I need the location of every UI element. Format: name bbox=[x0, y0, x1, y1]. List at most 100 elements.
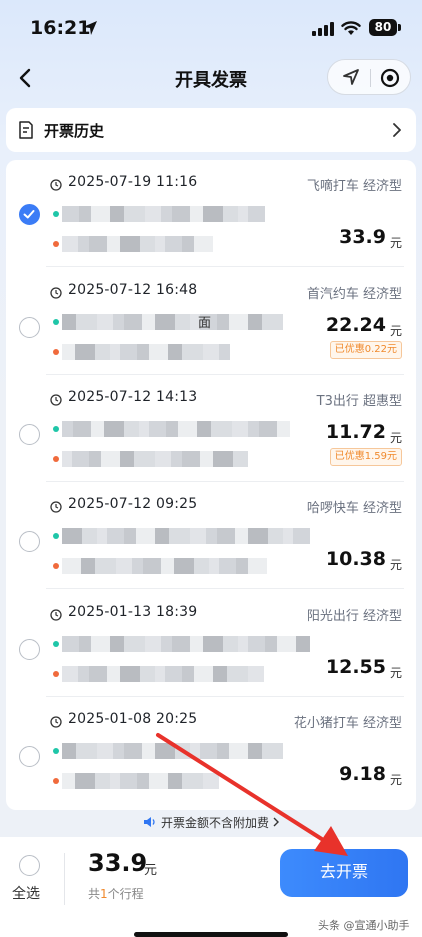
redacted-block bbox=[124, 421, 139, 437]
location-arrow-icon bbox=[83, 21, 97, 35]
redacted-block bbox=[248, 558, 267, 574]
end-point-dot bbox=[53, 241, 59, 247]
redacted-block bbox=[140, 236, 155, 252]
status-bar: 16:21 80 bbox=[0, 0, 422, 56]
redacted-block bbox=[213, 666, 227, 682]
trip-amount: 22.24 bbox=[325, 314, 386, 336]
trip-checkbox[interactable] bbox=[19, 204, 40, 225]
redacted-block bbox=[81, 558, 95, 574]
trip-list: 2025-07-19 11:16 飞嘀打车 经济型 33.9 元 2025-07-12 … bbox=[6, 160, 416, 810]
redacted-block bbox=[229, 314, 248, 330]
trip-currency: 元 bbox=[389, 558, 402, 572]
end-point-dot bbox=[53, 349, 59, 355]
row-divider bbox=[46, 588, 404, 589]
end-address-redacted bbox=[62, 666, 264, 682]
start-point-dot bbox=[53, 641, 59, 647]
redacted-block bbox=[155, 314, 175, 330]
chevron-right-icon bbox=[393, 123, 401, 137]
trip-item[interactable]: 2025-07-19 11:16 飞嘀打车 经济型 33.9 元 bbox=[6, 160, 416, 267]
issue-invoice-button[interactable]: 去开票 bbox=[280, 849, 408, 897]
trip-time: 2025-07-12 16:48 bbox=[68, 282, 198, 298]
redacted-block bbox=[97, 528, 107, 544]
redacted-block bbox=[134, 451, 155, 467]
trip-provider: 花小猪打车 经济型 bbox=[293, 716, 402, 731]
end-point-dot bbox=[53, 456, 59, 462]
trip-currency: 元 bbox=[389, 773, 402, 787]
end-address-redacted bbox=[62, 558, 267, 574]
trip-amount: 33.9 bbox=[339, 226, 386, 248]
close-target-icon[interactable] bbox=[380, 68, 400, 88]
clock-icon bbox=[50, 501, 62, 513]
trip-amount: 12.55 bbox=[325, 656, 386, 678]
trip-amount: 10.38 bbox=[325, 548, 386, 570]
redacted-block bbox=[155, 451, 171, 467]
redacted-block bbox=[277, 421, 290, 437]
trip-count-prefix: 共 bbox=[88, 887, 101, 901]
redacted-block bbox=[209, 558, 219, 574]
redacted-block bbox=[165, 236, 182, 252]
redacted-block bbox=[62, 421, 73, 437]
redacted-block bbox=[62, 558, 81, 574]
trip-checkbox[interactable] bbox=[19, 746, 40, 767]
redacted-block bbox=[155, 236, 165, 252]
battery-indicator: 80 bbox=[369, 19, 397, 36]
end-point-dot bbox=[53, 671, 59, 677]
start-point-dot bbox=[53, 533, 59, 539]
redacted-block bbox=[171, 451, 182, 467]
redacted-block bbox=[194, 558, 209, 574]
wifi-icon bbox=[341, 21, 361, 35]
redacted-block bbox=[206, 528, 217, 544]
trip-item[interactable]: 2025-07-12 16:48 首汽约车 经济型面 22.24 元已优惠0.22元 bbox=[6, 268, 416, 375]
select-all-checkbox[interactable] bbox=[19, 855, 40, 876]
trip-provider: T3出行 超惠型 bbox=[316, 394, 402, 409]
redacted-block bbox=[283, 528, 293, 544]
redacted-block bbox=[203, 773, 219, 789]
trip-item[interactable]: 2025-01-08 20:25 花小猪打车 经济型 9.18 元 bbox=[6, 697, 416, 804]
navigation-icon[interactable] bbox=[342, 68, 360, 86]
redacted-block bbox=[149, 344, 168, 360]
trip-item[interactable]: 2025-07-12 09:25 哈啰快车 经济型 10.38 元 bbox=[6, 482, 416, 589]
redacted-block bbox=[236, 558, 248, 574]
redacted-block bbox=[89, 236, 107, 252]
address-fragment: 面 bbox=[198, 316, 212, 331]
trip-provider: 哈啰快车 经济型 bbox=[306, 501, 402, 516]
chevron-right-icon bbox=[273, 817, 279, 827]
start-address-redacted bbox=[62, 528, 310, 544]
redacted-block bbox=[262, 314, 283, 330]
redacted-block bbox=[149, 773, 168, 789]
invoice-history-entry[interactable]: 开票历史 bbox=[6, 108, 416, 152]
clock-icon bbox=[50, 287, 62, 299]
redacted-block bbox=[213, 451, 233, 467]
redacted-block bbox=[161, 206, 172, 222]
trip-currency: 元 bbox=[389, 324, 402, 338]
redacted-block bbox=[203, 636, 223, 652]
trip-checkbox[interactable] bbox=[19, 531, 40, 552]
trip-item[interactable]: 2025-01-13 18:39 阳光出行 经济型 12.55 元 bbox=[6, 590, 416, 697]
redacted-block bbox=[120, 344, 137, 360]
checkmark-icon bbox=[23, 210, 35, 219]
redacted-block bbox=[89, 666, 107, 682]
redacted-block bbox=[78, 236, 89, 252]
trip-count-suffix: 个行程 bbox=[107, 887, 144, 901]
trip-checkbox[interactable] bbox=[19, 317, 40, 338]
redacted-block bbox=[124, 528, 136, 544]
home-indicator bbox=[134, 932, 288, 937]
redacted-block bbox=[194, 666, 213, 682]
redacted-block bbox=[248, 314, 262, 330]
trip-checkbox[interactable] bbox=[19, 424, 40, 445]
trip-checkbox[interactable] bbox=[19, 639, 40, 660]
redacted-block bbox=[107, 528, 124, 544]
redacted-block bbox=[75, 773, 95, 789]
redacted-block bbox=[248, 206, 265, 222]
redacted-block bbox=[175, 743, 190, 759]
cellular-signal-icon bbox=[312, 22, 334, 36]
surcharge-notice[interactable]: 开票金额不含附加费 bbox=[0, 814, 422, 831]
trip-time: 2025-01-08 20:25 bbox=[68, 711, 198, 727]
trip-item[interactable]: 2025-07-12 14:13 T3出行 超惠型 11.72 元已优惠1.59元 bbox=[6, 375, 416, 482]
total-currency: 元 bbox=[144, 863, 158, 878]
start-point-dot bbox=[53, 748, 59, 754]
capsule-divider bbox=[370, 69, 371, 87]
select-all-label[interactable]: 全选 bbox=[12, 883, 40, 903]
trip-provider: 阳光出行 经济型 bbox=[306, 609, 402, 624]
redacted-block bbox=[229, 743, 248, 759]
